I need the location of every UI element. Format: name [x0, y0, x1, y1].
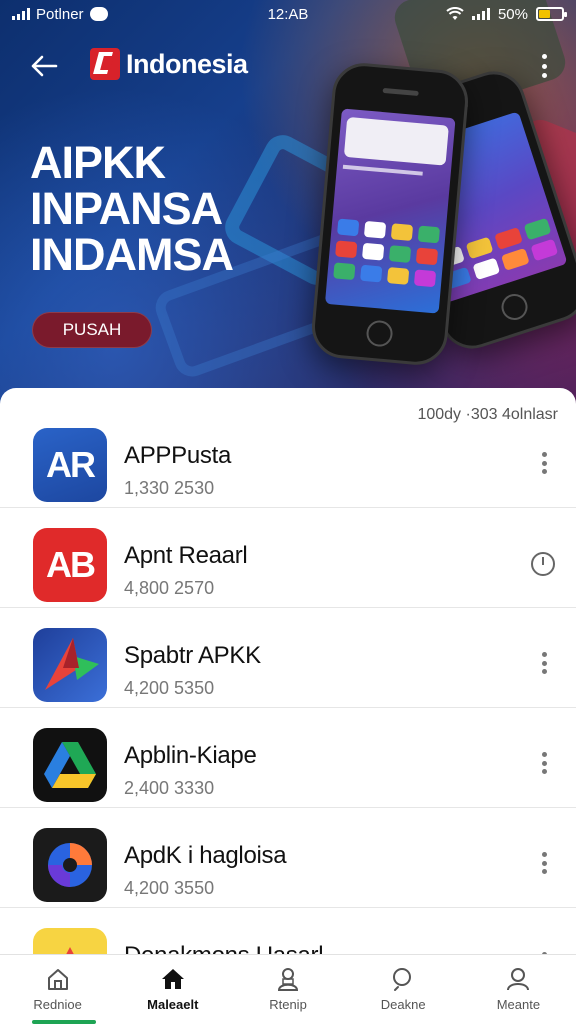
brand-name: Indonesia: [126, 48, 248, 79]
battery-icon: [536, 7, 567, 21]
paper-plane-icon: [45, 638, 99, 690]
active-indicator: [32, 1020, 96, 1024]
cell-signal-icon: [12, 8, 30, 20]
more-options-button[interactable]: [536, 748, 552, 778]
app-icon: AR: [33, 428, 107, 502]
nav-item-people[interactable]: Rtenip: [230, 955, 345, 1024]
list-item[interactable]: Denakmons Uasarl: [0, 908, 576, 958]
nav-item-market[interactable]: Maleaelt: [115, 955, 230, 1024]
app-stats: 4,800 2570: [124, 578, 215, 598]
hero-title: AIPKK INPANSA INDAMSA: [30, 140, 310, 278]
carrier-name: Potlner: [36, 5, 84, 23]
nav-item-home[interactable]: Rednioe: [0, 955, 115, 1024]
brand: Indonesia: [90, 48, 248, 80]
app-stats: 2,400 3330: [124, 778, 215, 798]
app-name: Apblin-Kiape: [124, 742, 257, 769]
list-item[interactable]: Apblin-Kiape 2,400 3330: [0, 708, 576, 808]
more-options-button[interactable]: [536, 448, 552, 478]
home-filled-icon: [159, 965, 187, 993]
bottom-navigation: Rednioe Maleaelt Rtenip Deakne Meante: [0, 954, 576, 1024]
app-icon: [33, 828, 107, 902]
overflow-menu-button[interactable]: [536, 50, 552, 82]
battery-level: [539, 10, 550, 18]
arrow-left-icon: [31, 55, 58, 77]
profile-icon: [504, 965, 532, 993]
carrier-badge-icon: [89, 7, 108, 21]
app-name: APPPusta: [124, 442, 231, 469]
app-stats: 4,200 5350: [124, 678, 215, 698]
swirl-logo-icon: [48, 843, 92, 887]
app-list-panel: 100dy ·303 4olnlasr AR APPPusta 1,330 25…: [0, 388, 576, 958]
app-name: Spabtr APKK: [124, 642, 261, 669]
nav-label: Rednioe: [33, 997, 82, 1012]
list-item[interactable]: Spabtr APKK 4,200 5350: [0, 608, 576, 708]
drive-triangle-icon: [44, 742, 96, 788]
nav-item-search[interactable]: Deakne: [346, 955, 461, 1024]
status-time: 12:AB: [267, 5, 309, 23]
list-item[interactable]: ApdK i hagloisa 4,200 3550: [0, 808, 576, 908]
app-stats: 1,330 2530: [124, 478, 215, 498]
more-options-button[interactable]: [536, 648, 552, 678]
nav-label: Maleaelt: [147, 997, 199, 1012]
nav-label: Rtenip: [269, 997, 307, 1012]
nav-item-profile[interactable]: Meante: [461, 955, 576, 1024]
dot-icon: [541, 73, 547, 78]
nav-label: Meante: [496, 997, 541, 1012]
brand-logo-icon: [90, 48, 120, 80]
app-name: Apnt Reaarl: [124, 542, 248, 569]
back-button[interactable]: [24, 46, 64, 86]
hero-title-line: INDAMSA: [30, 229, 234, 280]
nav-label: Deakne: [380, 997, 426, 1012]
battery-percent: 50%: [497, 5, 528, 23]
dot-icon: [541, 54, 547, 59]
hero-title-line: INPANSA: [30, 183, 223, 234]
more-options-button[interactable]: [536, 848, 552, 878]
list-item[interactable]: AB Apnt Reaarl 4,800 2570: [0, 508, 576, 608]
status-bar: Potlner 12:AB 50%: [0, 0, 576, 28]
app-icon: [33, 628, 107, 702]
person-outline-icon: [274, 965, 302, 993]
cell-signal-icon: [471, 8, 490, 20]
hero-title-line: AIPKK: [30, 137, 166, 188]
dot-icon: [541, 63, 547, 69]
timer-icon[interactable]: [531, 552, 555, 576]
app-icon: AB: [33, 528, 107, 602]
app-stats: 4,200 3550: [124, 878, 215, 898]
app-name: ApdK i hagloisa: [124, 842, 287, 869]
home-outline-icon: [44, 965, 72, 993]
search-icon: [389, 965, 417, 993]
phone-illustration: [309, 60, 471, 368]
hero-cta-button[interactable]: PUSAH: [32, 312, 152, 348]
app-icon: [33, 728, 107, 802]
wifi-icon: [446, 7, 464, 20]
list-item[interactable]: AR APPPusta 1,330 2530: [0, 408, 576, 508]
hero-banner: Potlner 12:AB 50% Indonesia AIPKK INPANS…: [0, 0, 576, 410]
